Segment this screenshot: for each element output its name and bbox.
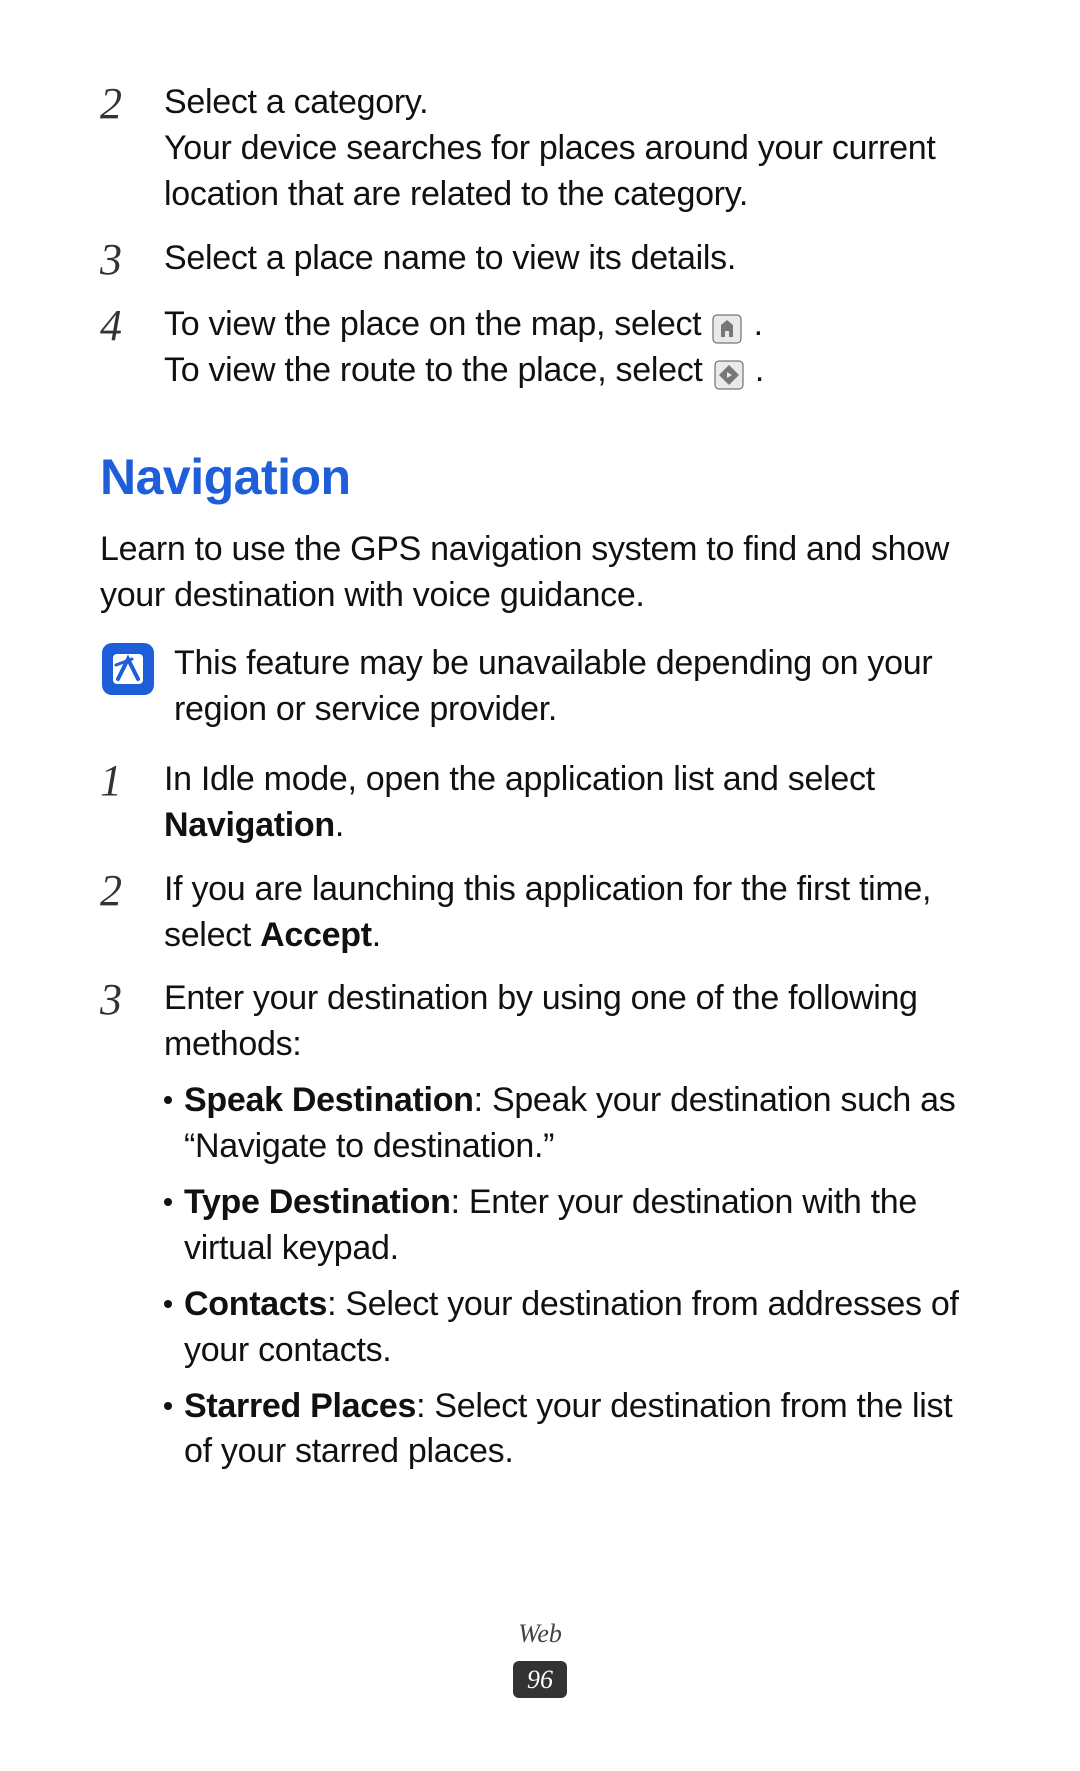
top-steps: 2 Select a category. Your device searche… xyxy=(100,80,980,394)
note-box: This feature may be unavailable dependin… xyxy=(100,641,980,733)
step-number: 4 xyxy=(100,302,144,394)
note-icon xyxy=(100,641,156,697)
bullet-icon xyxy=(164,1096,172,1104)
step-number: 2 xyxy=(100,80,144,218)
step-2: 2 Select a category. Your device searche… xyxy=(100,80,980,218)
footer-category: Web xyxy=(0,1616,1080,1651)
step-line-a-post: . xyxy=(754,305,763,343)
bullet-text: Speak Destination: Speak your destinatio… xyxy=(184,1078,980,1170)
step-content: In Idle mode, open the application list … xyxy=(164,757,980,849)
step-pre: In Idle mode, open the application list … xyxy=(164,760,875,798)
step-4: 4 To view the place on the map, select .… xyxy=(100,302,980,394)
list-item: Starred Places: Select your destination … xyxy=(164,1384,980,1476)
bullet-bold: Contacts xyxy=(184,1285,327,1323)
nav-step-2: 2 If you are launching this application … xyxy=(100,867,980,959)
step-content: Select a place name to view its details. xyxy=(164,236,980,284)
nav-step-1: 1 In Idle mode, open the application lis… xyxy=(100,757,980,849)
bullet-icon xyxy=(164,1402,172,1410)
bullet-icon xyxy=(164,1300,172,1308)
directions-icon xyxy=(714,357,744,387)
step-text: Select a place name to view its details. xyxy=(164,236,980,282)
step-content: To view the place on the map, select . T… xyxy=(164,302,980,394)
step-post: . xyxy=(372,916,381,954)
step-subtext: Your device searches for places around y… xyxy=(164,126,980,218)
section-intro: Learn to use the GPS navigation system t… xyxy=(100,527,980,619)
step-line-b: To view the route to the place, select . xyxy=(164,348,980,394)
step-bold: Navigation xyxy=(164,806,335,844)
destination-methods: Speak Destination: Speak your destinatio… xyxy=(164,1078,980,1475)
bullet-bold: Speak Destination xyxy=(184,1081,474,1119)
step-post: . xyxy=(335,806,344,844)
bullet-text: Contacts: Select your destination from a… xyxy=(184,1282,980,1374)
step-content: Enter your destination by using one of t… xyxy=(164,976,980,1485)
note-text: This feature may be unavailable dependin… xyxy=(174,641,980,733)
list-item: Contacts: Select your destination from a… xyxy=(164,1282,980,1374)
step-line-a-pre: To view the place on the map, select xyxy=(164,305,710,343)
step-line-b-pre: To view the route to the place, select xyxy=(164,351,712,389)
page-footer: Web 96 xyxy=(0,1616,1080,1701)
bullet-text: Type Destination: Enter your destination… xyxy=(184,1180,980,1272)
footer-page-number: 96 xyxy=(513,1661,567,1698)
bullet-bold: Type Destination xyxy=(184,1183,451,1221)
step-bold: Accept xyxy=(260,916,372,954)
step-number: 2 xyxy=(100,867,144,959)
bullet-text: Starred Places: Select your destination … xyxy=(184,1384,980,1476)
list-item: Speak Destination: Speak your destinatio… xyxy=(164,1078,980,1170)
step-number: 1 xyxy=(100,757,144,849)
step-text: Enter your destination by using one of t… xyxy=(164,976,980,1068)
step-number: 3 xyxy=(100,976,144,1485)
step-text: Select a category. xyxy=(164,80,980,126)
step-3: 3 Select a place name to view its detail… xyxy=(100,236,980,284)
step-content: Select a category. Your device searches … xyxy=(164,80,980,218)
bullet-icon xyxy=(164,1198,172,1206)
navigation-steps: 1 In Idle mode, open the application lis… xyxy=(100,757,980,1485)
list-item: Type Destination: Enter your destination… xyxy=(164,1180,980,1272)
step-line-a: To view the place on the map, select . xyxy=(164,302,980,348)
step-content: If you are launching this application fo… xyxy=(164,867,980,959)
bullet-bold: Starred Places xyxy=(184,1387,416,1425)
step-line-b-post: . xyxy=(755,351,764,389)
step-number: 3 xyxy=(100,236,144,284)
nav-step-3: 3 Enter your destination by using one of… xyxy=(100,976,980,1485)
map-icon xyxy=(712,311,742,341)
section-heading-navigation: Navigation xyxy=(100,444,980,512)
